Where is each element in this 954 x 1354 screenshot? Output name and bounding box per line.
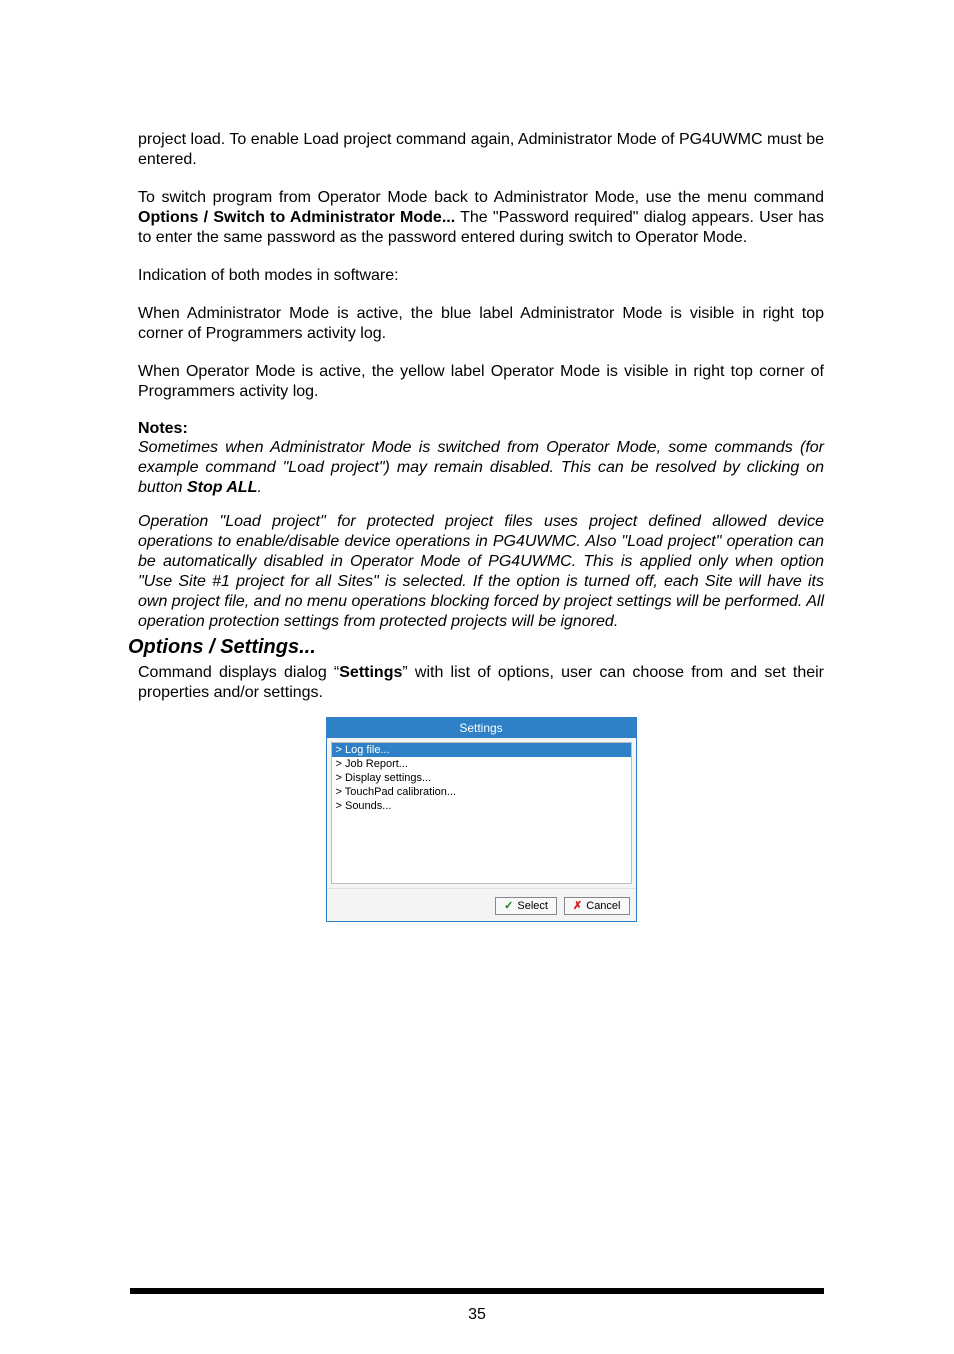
check-icon: ✓	[504, 901, 513, 912]
paragraph-2-pre: To switch program from Operator Mode bac…	[138, 189, 824, 206]
menu-command-text: Options / Switch to Administrator Mode..…	[138, 209, 455, 226]
paragraph-5: When Operator Mode is active, the yellow…	[138, 362, 824, 402]
dialog-frame: Settings > Log file... > Job Report... >…	[326, 717, 637, 922]
settings-listbox[interactable]: > Log file... > Job Report... > Display …	[331, 742, 632, 884]
list-item[interactable]: > Display settings...	[332, 771, 631, 785]
notes-label: Notes:	[138, 420, 824, 438]
select-button[interactable]: ✓ Select	[495, 897, 557, 915]
list-item[interactable]: > TouchPad calibration...	[332, 785, 631, 799]
page-number: 35	[0, 1306, 954, 1324]
paragraph-4: When Administrator Mode is active, the b…	[138, 304, 824, 344]
section-title: Options / Settings...	[128, 636, 824, 659]
footer-rule	[130, 1288, 824, 1294]
settings-dialog: Settings > Log file... > Job Report... >…	[326, 717, 637, 922]
notes-paragraph-2: Operation "Load project" for protected p…	[138, 512, 824, 632]
paragraph-2: To switch program from Operator Mode bac…	[138, 188, 824, 248]
document-page: project load. To enable Load project com…	[0, 0, 954, 1354]
notes-1-post: .	[257, 479, 261, 496]
dialog-title: Settings	[327, 718, 636, 738]
notes-paragraph-1: Sometimes when Administrator Mode is swi…	[138, 438, 824, 498]
cancel-button[interactable]: ✗ Cancel	[564, 897, 629, 915]
close-icon: ✗	[573, 901, 582, 912]
section-intro: Command displays dialog “Settings” with …	[138, 663, 824, 703]
dialog-button-row: ✓ Select ✗ Cancel	[327, 888, 636, 921]
notes-1-bold: Stop ALL	[187, 479, 258, 496]
list-item[interactable]: > Log file...	[332, 743, 631, 757]
paragraph-3: Indication of both modes in software:	[138, 266, 824, 286]
select-button-label: Select	[517, 900, 548, 912]
paragraph-1: project load. To enable Load project com…	[138, 130, 824, 170]
cancel-button-label: Cancel	[586, 900, 620, 912]
list-item[interactable]: > Sounds...	[332, 799, 631, 813]
section-intro-pre: Command displays dialog “	[138, 664, 339, 681]
list-item[interactable]: > Job Report...	[332, 757, 631, 771]
section-intro-bold: Settings	[339, 664, 402, 681]
